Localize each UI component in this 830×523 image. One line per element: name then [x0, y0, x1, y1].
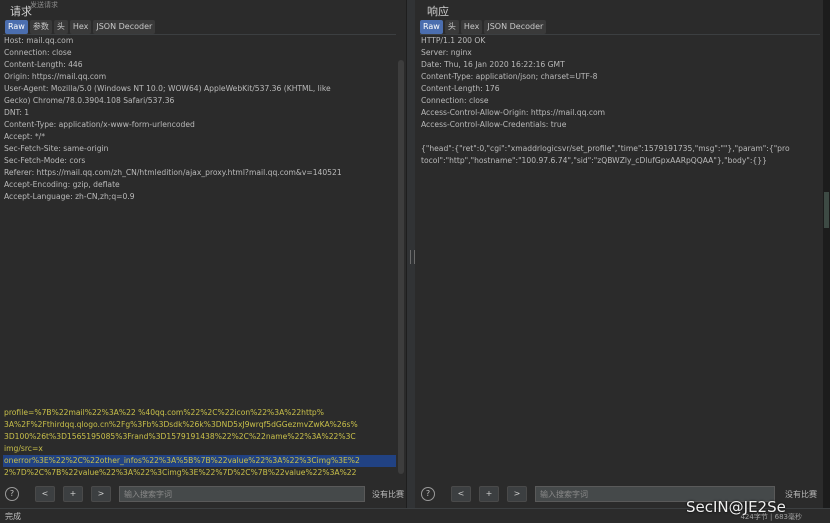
request-pane: 请求 发送请求 Raw 参数 头 Hex JSON Decoder Host: …	[0, 0, 406, 508]
request-header-line: Origin: https://mail.qq.com	[4, 72, 107, 81]
request-body-line: profile=%7B%22mail%22%3A%22 %40qq.com%22…	[4, 408, 324, 417]
request-editor[interactable]: Host: mail.qq.com Connection: close Cont…	[3, 34, 396, 481]
request-body-line: 3D100%26t%3D1565195085%3Frand%3D15791914…	[4, 432, 356, 441]
request-search-input[interactable]: 输入搜索字词	[119, 486, 365, 502]
request-blank-area	[3, 203, 396, 407]
window-edge	[823, 0, 830, 508]
request-header-line: Accept-Encoding: gzip, deflate	[4, 180, 120, 189]
request-search-bar: ? < + > 输入搜索字词 没有比赛	[5, 483, 404, 505]
request-header-line: Connection: close	[4, 48, 72, 57]
request-header-line: DNT: 1	[4, 108, 30, 117]
response-header-line: Content-Type: application/json; charset=…	[421, 72, 598, 81]
request-body-line: img/src=x	[4, 444, 43, 453]
next-button[interactable]: >	[507, 486, 527, 502]
request-header-line: Host: mail.qq.com	[4, 36, 74, 45]
request-header-line: Sec-Fetch-Site: same-origin	[4, 144, 109, 153]
response-header-line: Access-Control-Allow-Credentials: true	[421, 120, 567, 129]
status-text: 完成	[5, 512, 21, 521]
tab-hex[interactable]: Hex	[69, 20, 92, 34]
response-tabs: Raw 头 Hex JSON Decoder	[420, 20, 547, 34]
request-header-line: Referer: https://mail.qq.com/zh_CN/htmle…	[4, 168, 342, 177]
response-header-line: HTTP/1.1 200 OK	[421, 36, 486, 45]
response-blank-line	[420, 131, 820, 143]
request-body-line-selected: onerror%3E%22%2C%22other_infos%22%3A%5B%…	[3, 455, 396, 467]
tab-hex[interactable]: Hex	[460, 20, 483, 34]
request-header-line: User-Agent: Mozilla/5.0 (Windows NT 10.0…	[4, 84, 331, 93]
request-subtitle: 发送请求	[30, 1, 58, 9]
response-title: 响应	[427, 5, 449, 18]
response-match-count: 没有比赛	[785, 489, 817, 499]
request-header-line: Content-Length: 446	[4, 60, 83, 69]
tab-params[interactable]: 参数	[29, 20, 52, 34]
response-pane: 响应 Raw 头 Hex JSON Decoder HTTP/1.1 200 O…	[415, 0, 823, 508]
tab-json-decoder[interactable]: JSON Decoder	[484, 20, 547, 34]
help-icon[interactable]: ?	[421, 487, 435, 501]
response-body-line: {"head":{"ret":0,"cgi":"xmaddrlogicsvr/s…	[421, 144, 790, 153]
request-header-line: Content-Type: application/x-www-form-url…	[4, 120, 195, 129]
tab-raw[interactable]: Raw	[420, 20, 443, 34]
request-tabs: Raw 参数 头 Hex JSON Decoder	[5, 20, 156, 34]
add-button[interactable]: +	[63, 486, 83, 502]
response-header-line: Content-Length: 176	[421, 84, 500, 93]
add-button[interactable]: +	[479, 486, 499, 502]
response-editor[interactable]: HTTP/1.1 200 OK Server: nginx Date: Thu,…	[420, 34, 820, 481]
response-header-line: Date: Thu, 16 Jan 2020 16:22:16 GMT	[421, 60, 565, 69]
request-header-line: Accept-Language: zh-CN,zh;q=0.9	[4, 192, 135, 201]
help-icon[interactable]: ?	[5, 487, 19, 501]
request-title: 请求	[10, 5, 32, 18]
watermark: SecIN@JE2Se	[686, 498, 786, 516]
tab-headers[interactable]: 头	[444, 20, 459, 34]
edge-marker	[824, 192, 829, 228]
prev-button[interactable]: <	[451, 486, 471, 502]
request-header-line: Accept: */*	[4, 132, 46, 141]
request-body-line: 2%7D%2C%7B%22value%22%3A%22%3Cimg%3E%22%…	[4, 468, 357, 477]
request-match-count: 没有比赛	[372, 489, 404, 499]
next-button[interactable]: >	[91, 486, 111, 502]
request-header-line: Gecko) Chrome/78.0.3904.108 Safari/537.3…	[4, 96, 175, 105]
response-header-line: Connection: close	[421, 96, 489, 105]
prev-button[interactable]: <	[35, 486, 55, 502]
tab-raw[interactable]: Raw	[5, 20, 28, 34]
tab-headers[interactable]: 头	[53, 20, 68, 34]
request-body-line: 3A%2F%2Fthirdqq.qlogo.cn%2Fg%3Fb%3Dsdk%2…	[4, 420, 358, 429]
request-scrollbar[interactable]	[398, 60, 404, 474]
request-header-line: Sec-Fetch-Mode: cors	[4, 156, 86, 165]
response-header-line: Server: nginx	[421, 48, 472, 57]
response-header-line: Access-Control-Allow-Origin: https://mai…	[421, 108, 606, 117]
tab-json-decoder[interactable]: JSON Decoder	[93, 20, 156, 34]
response-body-line: tocol":"http","hostname":"100.97.6.74","…	[421, 156, 767, 165]
